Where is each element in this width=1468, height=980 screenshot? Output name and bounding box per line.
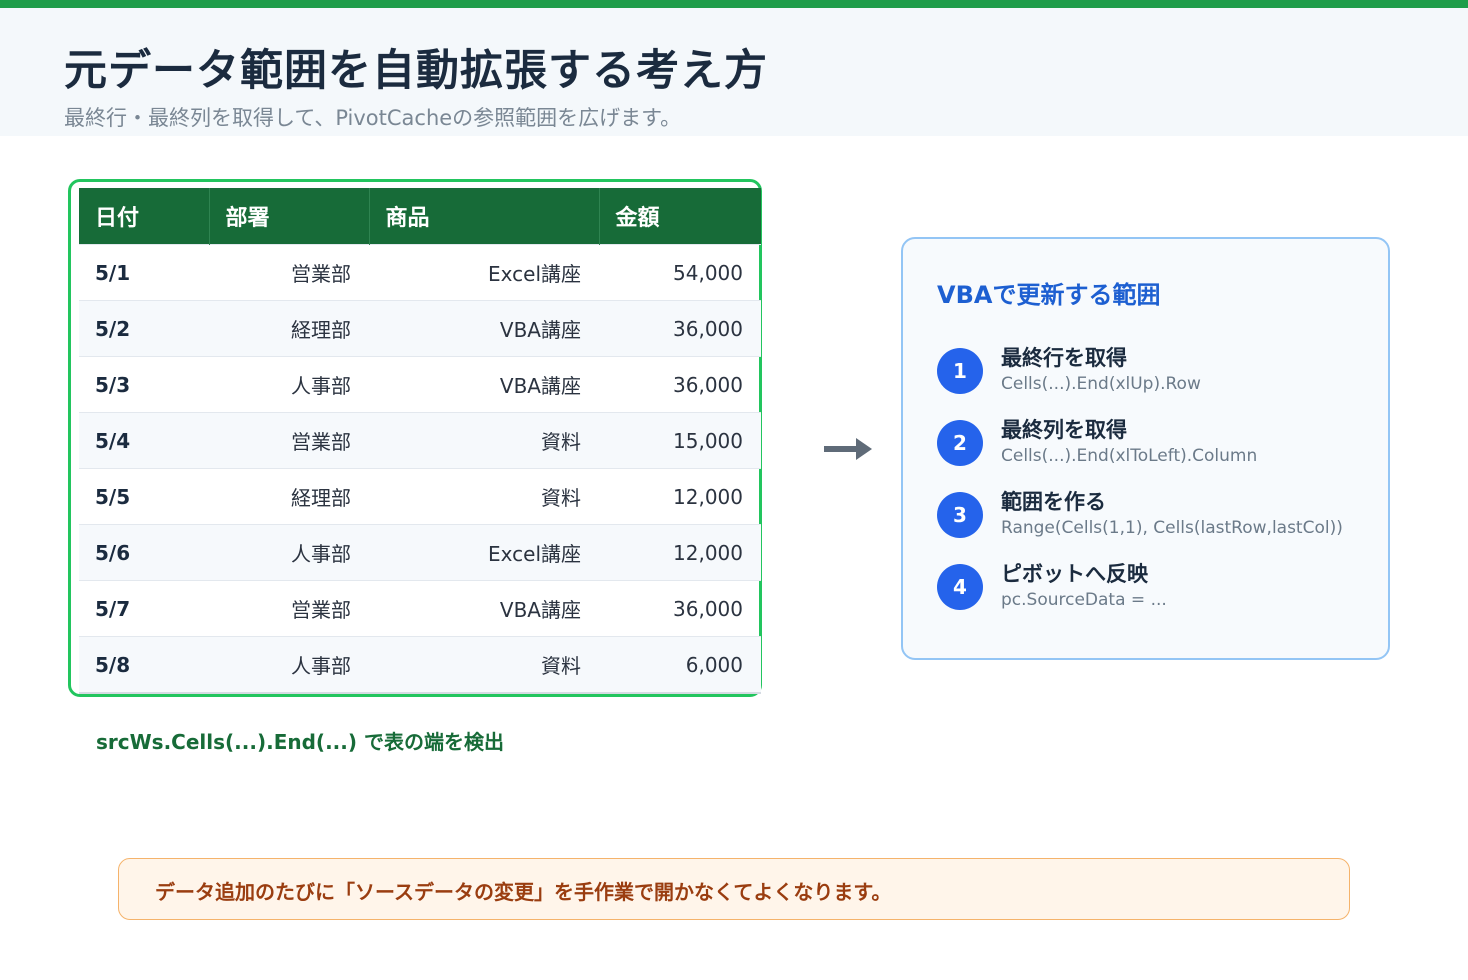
cell-date: 5/1 [79,244,209,301]
cell-product: VBA講座 [369,356,599,413]
cell-product: Excel講座 [369,244,599,301]
column-header-department: 部署 [209,188,370,245]
cell-amount: 36,000 [599,300,761,357]
step-number-badge: 1 [937,348,983,394]
step-item: 3 範囲を作る Range(Cells(1,1), Cells(lastRow,… [937,486,1377,546]
page-subtitle: 最終行・最終列を取得して、PivotCacheの参照範囲を広げます。 [64,106,682,130]
table-row: 5/1 営業部 Excel講座 54,000 [79,244,761,301]
cell-department: 経理部 [209,468,369,525]
page-title: 元データ範囲を自動拡張する考え方 [64,46,768,96]
step-title: 範囲を作る [1001,490,1106,514]
step-title: 最終列を取得 [1001,418,1127,442]
step-item: 4 ピボットへ反映 pc.SourceData = ... [937,558,1377,618]
cell-amount: 36,000 [599,356,761,413]
table-row: 5/2 経理部 VBA講座 36,000 [79,300,761,357]
vba-update-panel: VBAで更新する範囲 1 最終行を取得 Cells(...).End(xlUp)… [901,237,1390,660]
table-row: 5/7 営業部 VBA講座 36,000 [79,580,761,637]
cell-date: 5/2 [79,300,209,357]
cell-department: 営業部 [209,580,369,637]
column-header-amount: 金額 [599,188,761,245]
benefit-note: データ追加のたびに「ソースデータの変更」を手作業で開かなくてよくなります。 [118,858,1350,920]
step-code: Cells(...).End(xlToLeft).Column [1001,446,1258,466]
cell-department: 人事部 [209,636,369,694]
cell-amount: 36,000 [599,580,761,637]
source-table-highlight: 日付 部署 商品 金額 5/1 営業部 Excel講座 54,000 5/2 経… [68,179,762,697]
cell-product: Excel講座 [369,524,599,581]
top-accent-bar [0,0,1468,8]
cell-amount: 12,000 [599,468,761,525]
cell-date: 5/4 [79,412,209,469]
benefit-note-text: データ追加のたびに「ソースデータの変更」を手作業で開かなくてよくなります。 [155,880,892,904]
cell-date: 5/6 [79,524,209,581]
cell-date: 5/8 [79,636,209,694]
cell-department: 経理部 [209,300,369,357]
cell-product: VBA講座 [369,580,599,637]
step-title: 最終行を取得 [1001,346,1127,370]
table-row: 5/5 経理部 資料 12,000 [79,468,761,525]
column-header-product: 商品 [369,188,600,245]
step-number-badge: 2 [937,420,983,466]
table-header-row: 日付 部署 商品 金額 [79,188,761,245]
table-row: 5/8 人事部 資料 6,000 [79,636,761,694]
cell-department: 人事部 [209,356,369,413]
step-number-badge: 3 [937,492,983,538]
step-item: 2 最終列を取得 Cells(...).End(xlToLeft).Column [937,414,1377,474]
step-code: pc.SourceData = ... [1001,590,1167,610]
arrow-right-icon [824,438,872,460]
step-item: 1 最終行を取得 Cells(...).End(xlUp).Row [937,342,1377,402]
step-code: Cells(...).End(xlUp).Row [1001,374,1201,394]
cell-date: 5/7 [79,580,209,637]
cell-product: 資料 [369,468,599,525]
cell-department: 営業部 [209,412,369,469]
cell-product: 資料 [369,412,599,469]
cell-department: 営業部 [209,244,369,301]
source-data-table: 日付 部署 商品 金額 5/1 営業部 Excel講座 54,000 5/2 経… [79,188,761,694]
cell-department: 人事部 [209,524,369,581]
cell-date: 5/5 [79,468,209,525]
column-header-date: 日付 [79,188,210,245]
step-code: Range(Cells(1,1), Cells(lastRow,lastCol)… [1001,518,1343,538]
table-row: 5/3 人事部 VBA講座 36,000 [79,356,761,413]
cell-amount: 12,000 [599,524,761,581]
table-row: 5/4 営業部 資料 15,000 [79,412,761,469]
cell-amount: 54,000 [599,244,761,301]
cell-product: VBA講座 [369,300,599,357]
cell-product: 資料 [369,636,599,694]
step-number-badge: 4 [937,564,983,610]
cell-amount: 15,000 [599,412,761,469]
step-title: ピボットへ反映 [1001,562,1148,586]
cell-amount: 6,000 [599,636,761,694]
cell-date: 5/3 [79,356,209,413]
page-header: 元データ範囲を自動拡張する考え方 最終行・最終列を取得して、PivotCache… [0,8,1468,136]
panel-title: VBAで更新する範囲 [937,281,1161,309]
table-caption: srcWs.Cells(...).End(...) で表の端を検出 [96,730,504,754]
table-row: 5/6 人事部 Excel講座 12,000 [79,524,761,581]
